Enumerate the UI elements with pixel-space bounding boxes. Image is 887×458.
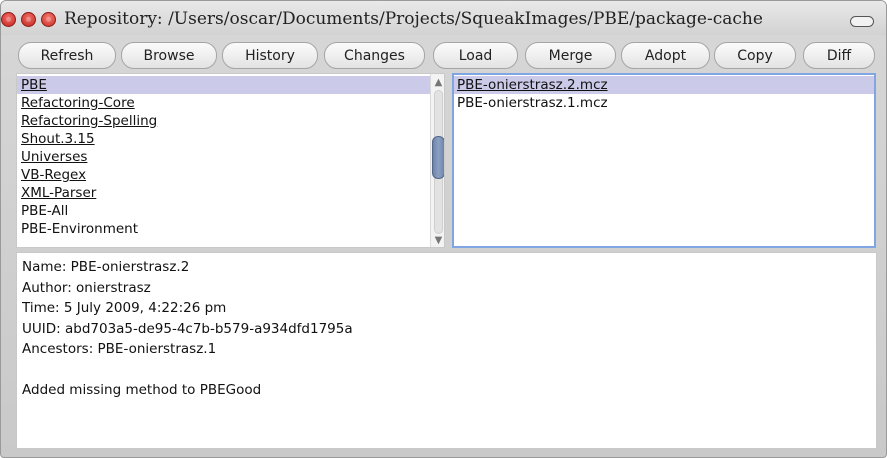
version-ancestors: Ancestors: PBE-onierstrasz.1 [22, 341, 217, 357]
package-item[interactable]: Universes [17, 148, 430, 166]
window-title: Repository: /Users/oscar/Documents/Proje… [64, 9, 763, 29]
package-item[interactable]: PBE-All [17, 202, 430, 220]
version-item[interactable]: PBE-onierstrasz.2.mcz [454, 76, 874, 94]
commit-message: Added missing method to PBEGood [22, 382, 262, 398]
package-item[interactable]: PBE-Environment [17, 220, 430, 238]
package-list-pane[interactable]: PBE Refactoring-Core Refactoring-Spellin… [16, 73, 445, 248]
title-bar[interactable]: Repository: /Users/oscar/Documents/Proje… [1, 1, 886, 35]
package-item[interactable]: Shout.3.15 [17, 130, 430, 148]
package-item[interactable]: XML-Parser [17, 184, 430, 202]
version-time: Time: 5 July 2009, 4:22:26 pm [22, 300, 227, 316]
package-list[interactable]: PBE Refactoring-Core Refactoring-Spellin… [17, 74, 430, 247]
toolbar: Refresh Browse History Changes Load Merg… [1, 42, 886, 69]
adopt-button[interactable]: Adopt [621, 42, 710, 69]
package-item[interactable]: Refactoring-Spelling [17, 112, 430, 130]
diff-button[interactable]: Diff [803, 42, 875, 69]
version-list-pane[interactable]: PBE-onierstrasz.2.mcz PBE-onierstrasz.1.… [452, 73, 876, 248]
version-uuid: UUID: abd703a5-de95-4c7b-b579-a934dfd179… [22, 320, 353, 337]
version-name: Name: PBE-onierstrasz.2 [22, 259, 190, 275]
chevron-down-icon[interactable]: ▼ [431, 234, 444, 247]
load-button[interactable]: Load [433, 42, 518, 69]
browse-button[interactable]: Browse [121, 42, 217, 69]
version-details-pane: Name: PBE-onierstrasz.2 Author: onierstr… [16, 252, 877, 449]
minimize-icon[interactable] [21, 12, 36, 27]
changes-button[interactable]: Changes [324, 42, 425, 69]
refresh-button[interactable]: Refresh [18, 42, 116, 69]
version-author: Author: onierstrasz [22, 279, 151, 296]
merge-button[interactable]: Merge [525, 42, 616, 69]
collapse-icon[interactable] [850, 16, 874, 27]
close-icon[interactable] [1, 12, 16, 27]
monticello-repository-window: Repository: /Users/oscar/Documents/Proje… [0, 0, 887, 458]
package-item[interactable]: VB-Regex [17, 166, 430, 184]
chevron-up-icon[interactable]: ▲ [431, 76, 444, 90]
package-item[interactable]: PBE [17, 76, 430, 94]
maximize-icon[interactable] [41, 12, 56, 27]
version-item[interactable]: PBE-onierstrasz.1.mcz [454, 94, 874, 112]
package-item[interactable]: Refactoring-Core [17, 94, 430, 112]
scroll-thumb[interactable] [432, 136, 444, 179]
package-list-scrollbar[interactable]: ▲ ▼ [430, 74, 444, 247]
history-button[interactable]: History [222, 42, 318, 69]
copy-button[interactable]: Copy [714, 42, 796, 69]
